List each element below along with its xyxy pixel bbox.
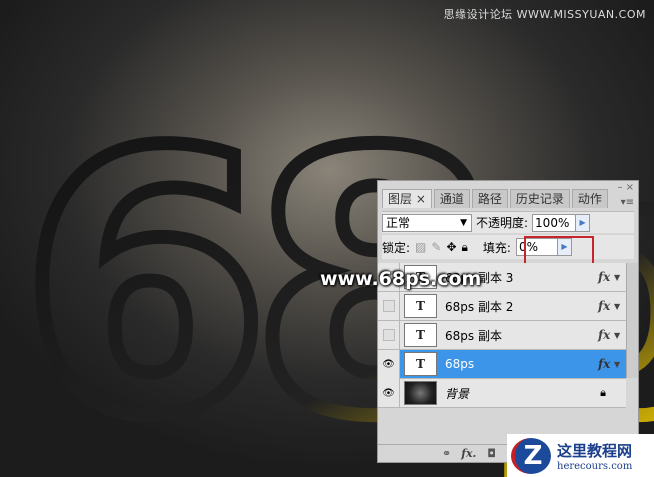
site-logo: Z 这里教程网 herecours.com [507, 434, 654, 477]
text-layer-thumbnail: T [404, 352, 437, 376]
layer-row-background[interactable]: 👁︎ 背景 🔒︎ [378, 378, 626, 408]
link-layers-icon[interactable]: ⚭ [442, 447, 451, 460]
visibility-toggle[interactable] [378, 320, 400, 350]
background-thumbnail [404, 381, 437, 405]
lock-position-icon[interactable]: ✥ [446, 240, 456, 254]
fill-label: 填充: [482, 240, 511, 255]
watermark-top: 思缘设计论坛 WWW.MISSYUAN.COM [443, 8, 646, 21]
watermark-site: www.68ps.com [320, 268, 482, 290]
layer-name: 68ps 副本 2 [445, 299, 514, 314]
tab-channels[interactable]: 通道 [433, 189, 470, 208]
logo-mark: Z [511, 437, 551, 474]
lock-label: 锁定: [382, 240, 411, 255]
logo-en: herecours.com [557, 460, 633, 472]
layer-row[interactable]: T 68ps 副本 2 fx ▼ [378, 291, 626, 321]
visibility-toggle[interactable] [378, 291, 400, 321]
opacity-label: 不透明度: [476, 216, 529, 230]
add-style-button[interactable]: fx. [461, 447, 477, 460]
layer-name: 背景 [445, 386, 470, 401]
blend-mode-select[interactable]: 正常 ▼ [382, 213, 472, 232]
layer-name: 68ps [445, 357, 475, 371]
opacity-input[interactable]: 100% ▶ [532, 213, 591, 232]
lock-transparency-icon[interactable]: ▨ [415, 240, 426, 254]
text-layer-thumbnail: T [404, 323, 437, 347]
opacity-slider-button[interactable]: ▶ [575, 214, 590, 231]
eye-icon[interactable]: 👁︎ [378, 349, 400, 379]
text-layer-thumbnail: T [404, 294, 437, 318]
lock-icon: 🔒︎ [600, 386, 606, 399]
lock-pixels-icon[interactable]: ✎ [431, 240, 441, 254]
tab-layers[interactable]: 图层 × [382, 189, 432, 208]
highlight-box [524, 236, 594, 266]
layer-row[interactable]: T 68ps 副本 fx ▼ [378, 320, 626, 350]
tab-history[interactable]: 历史记录 [509, 189, 570, 208]
tab-actions[interactable]: 动作 [571, 189, 608, 208]
fx-icon[interactable]: fx [598, 328, 614, 342]
fx-icon[interactable]: fx [598, 299, 614, 313]
opacity-value: 100% [535, 215, 570, 230]
expand-effects-icon[interactable]: ▼ [614, 302, 626, 311]
expand-effects-icon[interactable]: ▼ [614, 360, 626, 369]
lock-all-icon[interactable]: 🔒︎ [462, 240, 468, 255]
expand-effects-icon[interactable]: ▼ [614, 331, 626, 340]
layers-panel: 图层 × 通道 路径 历史记录 动作 – × ▾≡ 正常 ▼ 不透明度: 100%… [377, 180, 639, 463]
fx-icon[interactable]: fx [598, 357, 614, 371]
layer-name: 68ps 副本 [445, 328, 502, 343]
blend-mode-value: 正常 [386, 215, 411, 230]
window-buttons[interactable]: – × [617, 182, 634, 193]
panel-menu-icon[interactable]: ▾≡ [621, 197, 634, 208]
expand-effects-icon[interactable]: ▼ [614, 273, 626, 282]
layer-row-selected[interactable]: 👁︎ T 68ps fx ▼ [378, 349, 626, 379]
chevron-down-icon: ▼ [460, 217, 467, 228]
add-mask-icon[interactable]: ◘ [487, 447, 496, 460]
layers-scrollbar[interactable] [626, 263, 638, 378]
eye-icon[interactable]: 👁︎ [378, 378, 400, 408]
fx-icon[interactable]: fx [598, 270, 614, 284]
logo-cn: 这里教程网 [557, 441, 633, 460]
tab-paths[interactable]: 路径 [471, 189, 508, 208]
